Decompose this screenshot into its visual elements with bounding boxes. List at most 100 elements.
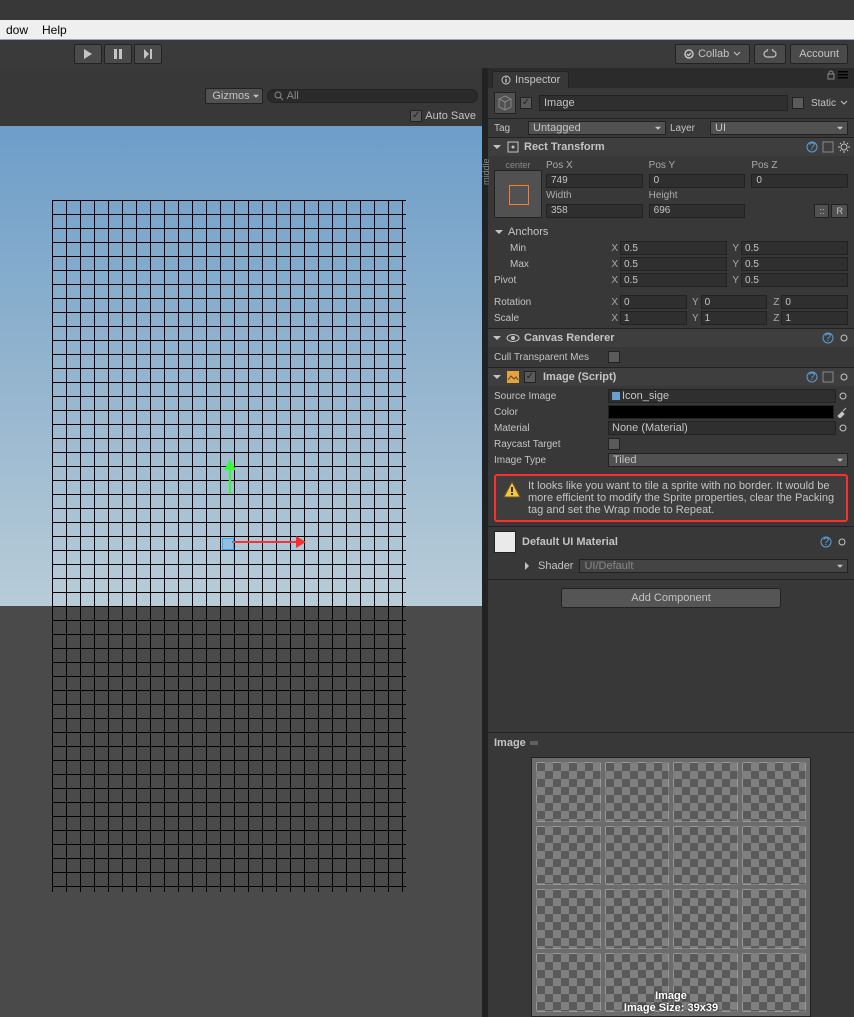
pos-z[interactable]: 0 xyxy=(751,174,848,188)
preset-icon[interactable] xyxy=(822,371,834,383)
pause-button[interactable] xyxy=(104,44,132,64)
source-image-field[interactable]: Icon_sige xyxy=(608,389,836,403)
warning-icon xyxy=(502,480,522,500)
rect-transform-icon xyxy=(506,140,520,154)
autosave-bar: Auto Save xyxy=(0,106,482,126)
autosave-label: Auto Save xyxy=(425,110,476,122)
cull-checkbox[interactable] xyxy=(608,351,620,363)
preset-icon[interactable] xyxy=(822,141,834,153)
gear-icon[interactable] xyxy=(838,371,850,383)
canvas-renderer-component: Canvas Renderer ? Cull Transparent Mes xyxy=(488,329,854,368)
rot-z[interactable]: 0 xyxy=(781,295,848,309)
svg-text:?: ? xyxy=(809,141,815,153)
active-checkbox[interactable] xyxy=(520,97,532,109)
pos-x[interactable]: 749 xyxy=(546,174,643,188)
inspector-panel: Inspector Image Static Tag Untagged Laye… xyxy=(488,68,854,1017)
scale-y[interactable]: 1 xyxy=(701,311,768,325)
static-checkbox[interactable] xyxy=(792,97,804,109)
help-icon[interactable]: ? xyxy=(822,332,834,344)
scale-z[interactable]: 1 xyxy=(781,311,848,325)
height[interactable]: 696 xyxy=(649,204,746,218)
add-component-button[interactable]: Add Component xyxy=(561,588,781,608)
anchor-min-y[interactable]: 0.5 xyxy=(741,241,848,255)
raw-edit-button[interactable]: R xyxy=(831,204,848,218)
menu-window[interactable]: dow xyxy=(6,23,28,37)
image-icon xyxy=(506,370,520,384)
gear-icon[interactable] xyxy=(838,332,850,344)
image-enabled-checkbox[interactable] xyxy=(524,371,536,383)
static-dropdown-icon[interactable] xyxy=(840,99,848,107)
tag-dropdown[interactable]: Untagged xyxy=(528,121,666,135)
preview-title: Image xyxy=(494,737,526,749)
autosave-checkbox[interactable] xyxy=(410,110,422,122)
material-preview xyxy=(494,531,516,553)
play-button[interactable] xyxy=(74,44,102,64)
image-type-dropdown[interactable]: Tiled xyxy=(608,453,848,467)
rot-x[interactable]: 0 xyxy=(620,295,687,309)
anchor-side-label: middle xyxy=(481,158,491,185)
step-button[interactable] xyxy=(134,44,162,64)
anchor-presets[interactable]: middle xyxy=(494,170,542,218)
menu-help[interactable]: Help xyxy=(42,23,67,37)
color-field[interactable] xyxy=(608,405,834,419)
gameobject-icon[interactable] xyxy=(494,92,516,114)
chevron-down-icon xyxy=(733,50,741,58)
help-icon[interactable]: ? xyxy=(806,141,818,153)
object-picker-icon[interactable] xyxy=(838,391,848,401)
menu-icon[interactable] xyxy=(838,70,848,80)
eyedropper-icon[interactable] xyxy=(836,406,848,418)
material-section: Default UI Material ? Shader UI/Default xyxy=(488,527,854,580)
svg-text:?: ? xyxy=(825,332,831,344)
width[interactable]: 358 xyxy=(546,204,643,218)
object-picker-icon[interactable] xyxy=(838,423,848,433)
inspector-tab[interactable]: Inspector xyxy=(492,71,569,88)
image-foldout[interactable] xyxy=(492,372,502,382)
collab-button[interactable]: Collab xyxy=(675,44,750,64)
gear-icon[interactable] xyxy=(838,141,850,153)
image-component: Image (Script) ? Source ImageIcon_sige C… xyxy=(488,368,854,527)
move-gizmo-x[interactable] xyxy=(232,536,312,548)
lock-icon[interactable] xyxy=(826,70,836,80)
gameobject-header: Image Static xyxy=(488,88,854,119)
material-title: Default UI Material xyxy=(522,536,618,548)
material-field[interactable]: None (Material) xyxy=(608,421,836,435)
pivot-y[interactable]: 0.5 xyxy=(741,273,848,287)
gizmos-dropdown[interactable]: Gizmos xyxy=(205,88,262,104)
layer-dropdown[interactable]: UI xyxy=(710,121,848,135)
search-input[interactable]: All xyxy=(267,89,478,103)
scene-view[interactable] xyxy=(0,126,482,1017)
svg-text:?: ? xyxy=(823,536,829,548)
account-button[interactable]: Account xyxy=(790,44,848,64)
anchor-max-y[interactable]: 0.5 xyxy=(741,257,848,271)
help-icon[interactable]: ? xyxy=(806,371,818,383)
help-icon[interactable]: ? xyxy=(820,536,832,548)
anchor-max-x[interactable]: 0.5 xyxy=(620,257,727,271)
blueprint-button[interactable]: :: xyxy=(814,204,829,218)
tag-label: Tag xyxy=(494,123,524,134)
preview-drag-icon[interactable] xyxy=(530,739,538,747)
shader-dropdown[interactable]: UI/Default xyxy=(579,559,848,573)
canvasrenderer-foldout[interactable] xyxy=(492,333,502,343)
search-icon xyxy=(274,91,284,101)
layer-label: Layer xyxy=(670,123,706,134)
rot-y[interactable]: 0 xyxy=(701,295,768,309)
move-gizmo-y[interactable] xyxy=(224,454,236,494)
gear-icon[interactable] xyxy=(836,536,848,548)
collab-label: Collab xyxy=(698,48,729,60)
pos-y[interactable]: 0 xyxy=(649,174,746,188)
anchor-min-x[interactable]: 0.5 xyxy=(620,241,727,255)
cloud-button[interactable] xyxy=(754,44,786,64)
anchor-pos-label: center xyxy=(494,160,542,170)
scale-x[interactable]: 1 xyxy=(620,311,687,325)
warning-text: It looks like you want to tile a sprite … xyxy=(528,480,840,516)
rect-foldout[interactable] xyxy=(492,142,502,152)
material-foldout[interactable] xyxy=(522,561,532,571)
svg-text:?: ? xyxy=(809,371,815,383)
anchors-foldout[interactable] xyxy=(494,227,504,237)
name-field[interactable]: Image xyxy=(539,95,788,111)
rect-transform-component: Rect Transform ? center middle Pos X Pos… xyxy=(488,138,854,329)
scene-toolbar: Gizmos All xyxy=(0,86,482,106)
pivot-x[interactable]: 0.5 xyxy=(620,273,727,287)
raycast-checkbox[interactable] xyxy=(608,438,620,450)
move-gizmo-plane[interactable] xyxy=(222,538,234,550)
